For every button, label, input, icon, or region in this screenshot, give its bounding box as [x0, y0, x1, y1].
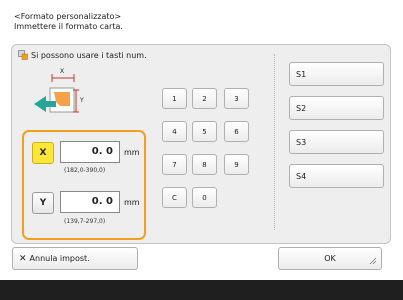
x-value-field[interactable]: 0. 0 — [60, 141, 120, 163]
cancel-settings-label: Annula impost. — [29, 254, 90, 263]
y-value-field[interactable]: 0. 0 — [60, 191, 120, 213]
title-line-2: Immettere il formato carta. — [14, 22, 123, 31]
keypad-hand-icon — [18, 50, 28, 60]
key-1[interactable]: 1 — [162, 88, 187, 109]
x-unit-label: mm — [124, 148, 140, 157]
panel-divider — [274, 54, 275, 230]
x-axis-button[interactable]: X — [32, 142, 54, 164]
y-unit-label: mm — [124, 198, 140, 207]
key-4[interactable]: 4 — [162, 121, 187, 142]
y-axis-button[interactable]: Y — [32, 192, 54, 214]
key-8[interactable]: 8 — [192, 154, 217, 175]
saved-size-s2-button[interactable]: S2 — [289, 96, 384, 120]
key-2[interactable]: 2 — [192, 88, 217, 109]
diagram-x-label: X — [60, 68, 65, 75]
key-7[interactable]: 7 — [162, 154, 187, 175]
key-6[interactable]: 6 — [224, 121, 249, 142]
x-range-label: (182,0-390,0) — [64, 167, 106, 174]
corner-grip-icon — [369, 257, 377, 267]
saved-size-s4-button[interactable]: S4 — [289, 164, 384, 188]
paper-size-diagram: X Y — [30, 68, 130, 122]
title-line-1: <Formato personalizzato> — [14, 12, 122, 21]
key-5[interactable]: 5 — [192, 121, 217, 142]
close-icon: ✕ — [19, 253, 27, 264]
saved-size-s1-button[interactable]: S1 — [289, 62, 384, 86]
key-0[interactable]: 0 — [192, 187, 217, 208]
ok-button[interactable]: OK — [278, 247, 382, 270]
key-9[interactable]: 9 — [224, 154, 249, 175]
page-title: <Formato personalizzato> Immettere il fo… — [14, 12, 123, 32]
ok-label: OK — [324, 254, 336, 263]
y-range-label: (139,7-297,0) — [64, 218, 106, 225]
diagram-y-label: Y — [80, 97, 84, 104]
key-clear[interactable]: C — [162, 187, 187, 208]
numeric-keys-hint: Si possono usare i tasti num. — [18, 50, 147, 60]
cancel-settings-button[interactable]: ✕ Annula impost. — [12, 247, 138, 270]
saved-size-s3-button[interactable]: S3 — [289, 130, 384, 154]
key-3[interactable]: 3 — [224, 88, 249, 109]
hint-text: Si possono usare i tasti num. — [31, 50, 147, 60]
bottom-status-bar — [0, 280, 403, 300]
